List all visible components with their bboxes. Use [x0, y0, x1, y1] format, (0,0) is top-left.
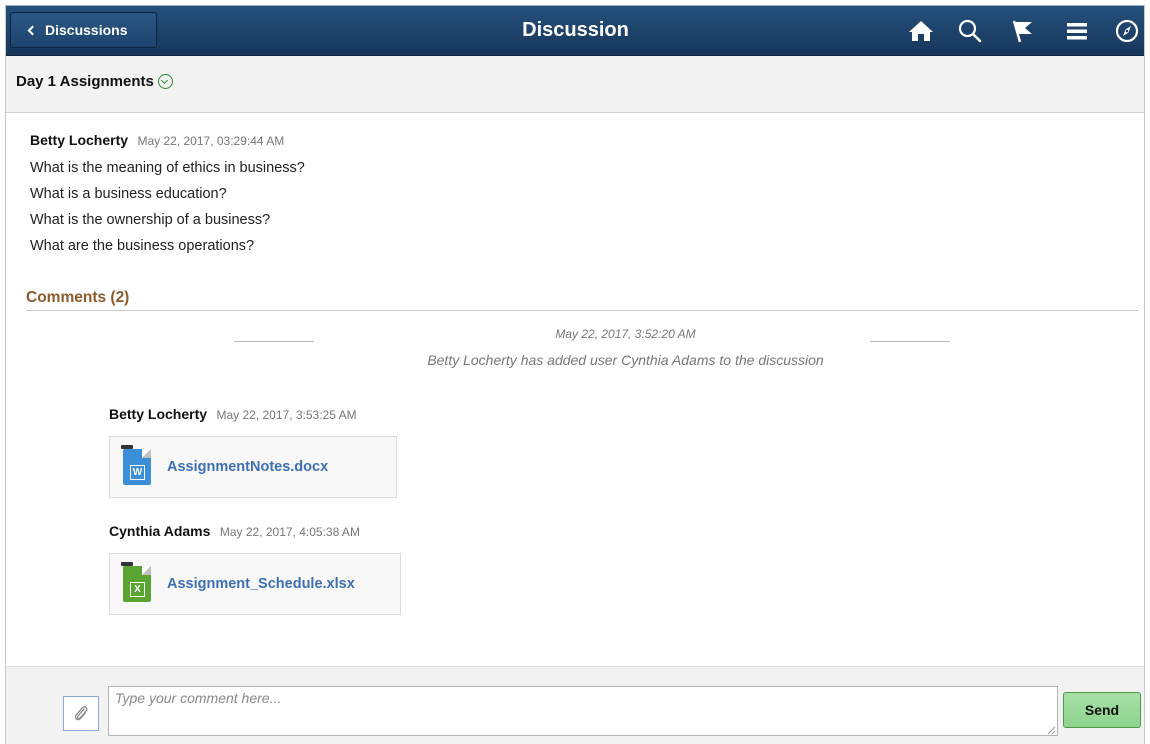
post-line: What is a business education?: [30, 186, 227, 202]
file-letter: W: [130, 465, 145, 480]
comment-timestamp: May 22, 2017, 3:53:25 AM: [216, 408, 357, 422]
comment-author: Cynthia Adams: [109, 523, 211, 539]
comment-author: Betty Locherty: [109, 406, 208, 422]
discussion-title[interactable]: Day 1 Assignments: [16, 73, 173, 90]
resize-grip-icon[interactable]: [1046, 725, 1056, 735]
attachment-link[interactable]: Assignment_Schedule.xlsx: [167, 576, 355, 592]
post-line: What is the meaning of ethics in busines…: [30, 160, 305, 176]
system-message: Betty Locherty has added user Cynthia Ad…: [427, 352, 824, 368]
post-body: What is the meaning of ethics in busines…: [30, 159, 305, 263]
comment-input[interactable]: [108, 686, 1058, 736]
comment-composer: Send: [6, 666, 1144, 744]
divider: [26, 310, 1138, 311]
comment-timestamp: May 22, 2017, 4:05:38 AM: [219, 525, 360, 539]
menu-icon[interactable]: [1064, 18, 1090, 44]
search-icon[interactable]: [957, 18, 983, 44]
discussion-page: Discussions Discussion Day 1 Assignments…: [5, 5, 1145, 744]
discussion-title-text: Day 1 Assignments: [16, 73, 154, 90]
chevron-down-circle-icon[interactable]: [157, 74, 173, 89]
attach-file-button[interactable]: [63, 696, 99, 731]
attachment-link[interactable]: AssignmentNotes.docx: [167, 459, 328, 475]
original-post: Betty Locherty May 22, 2017, 03:29:44 AM…: [30, 132, 305, 263]
attachment-card[interactable]: W AssignmentNotes.docx: [109, 436, 397, 498]
post-line: What is the ownership of a business?: [30, 212, 271, 228]
send-button[interactable]: Send: [1063, 692, 1141, 728]
post-line: What are the business operations?: [30, 238, 255, 254]
file-letter: X: [130, 582, 145, 597]
flag-icon[interactable]: [1010, 18, 1036, 44]
top-banner: Discussions Discussion: [6, 6, 1144, 56]
comments-header: Comments (2): [26, 289, 130, 306]
comment-item: Betty Locherty May 22, 2017, 3:53:25 AM …: [109, 406, 397, 498]
paperclip-icon: [74, 705, 88, 720]
divider: [234, 341, 314, 342]
comment-item: Cynthia Adams May 22, 2017, 4:05:38 AM X…: [109, 523, 401, 615]
discussion-subheader: Day 1 Assignments: [6, 56, 1144, 113]
word-doc-icon: W: [121, 445, 151, 485]
attachment-card[interactable]: X Assignment_Schedule.xlsx: [109, 553, 401, 615]
system-message-timestamp: May 22, 2017, 3:52:20 AM: [555, 327, 696, 341]
excel-doc-icon: X: [121, 562, 151, 602]
home-icon[interactable]: [908, 18, 934, 44]
divider: [870, 341, 950, 342]
compass-icon[interactable]: [1114, 18, 1140, 44]
post-author: Betty Locherty: [30, 132, 129, 148]
post-timestamp: May 22, 2017, 03:29:44 AM: [137, 134, 285, 148]
